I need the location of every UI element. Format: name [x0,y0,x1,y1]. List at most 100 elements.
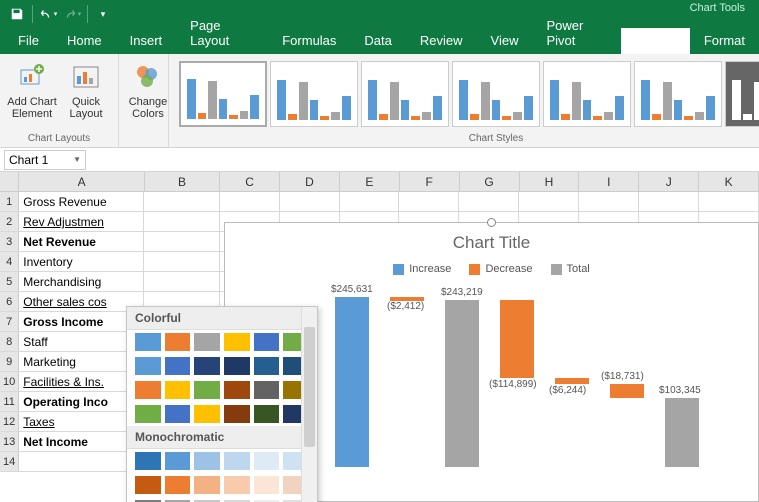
tab-file[interactable]: File [4,28,53,54]
bar-decrease[interactable] [610,384,644,398]
undo-icon[interactable]: ▾ [37,3,59,25]
cell[interactable] [220,192,280,211]
cell[interactable]: Gross Revenue [19,192,144,211]
color-scheme-option[interactable] [127,330,317,354]
column-header[interactable]: B [145,172,220,191]
save-icon[interactable] [6,3,28,25]
name-box[interactable]: Chart 1 ▼ [4,150,86,170]
row-header[interactable]: 14 [0,452,19,471]
row-header[interactable]: 3 [0,232,19,251]
color-swatch [194,357,220,375]
chart-style-thumb[interactable] [725,61,759,127]
popup-scrollbar[interactable] [301,307,317,502]
color-scheme-option[interactable] [127,378,317,402]
chart-legend[interactable]: Increase Decrease Total [225,263,758,275]
chart-resize-handle[interactable] [487,218,496,227]
cell[interactable] [579,192,639,211]
column-header[interactable]: A [19,172,145,191]
change-colors-button[interactable]: Change Colors [125,58,171,120]
cell[interactable] [399,192,459,211]
color-swatch [224,405,250,423]
legend-increase: Increase [409,263,451,275]
column-header[interactable]: F [400,172,460,191]
chart-style-thumb[interactable] [179,61,267,127]
chart-style-thumb[interactable] [270,61,358,127]
cell[interactable]: Net Revenue [19,232,144,251]
cell[interactable]: Inventory [19,252,144,271]
cell[interactable] [519,192,579,211]
column-header[interactable]: H [520,172,580,191]
bar-total[interactable] [445,300,479,467]
chart-tools-label: Chart Tools [690,2,745,14]
tab-insert[interactable]: Insert [116,28,177,54]
column-header[interactable]: I [579,172,639,191]
row-header[interactable]: 11 [0,392,19,411]
cell[interactable] [280,192,340,211]
change-colors-label: Change Colors [129,96,168,120]
qat-customize-icon[interactable]: ▾ [92,3,114,25]
color-swatch [254,357,280,375]
cell[interactable]: Rev Adjustmen [19,212,144,231]
row-header[interactable]: 9 [0,352,19,371]
tab-formulas[interactable]: Formulas [268,28,350,54]
column-header[interactable]: J [639,172,699,191]
color-swatch [194,381,220,399]
bar-total[interactable] [665,398,699,467]
add-chart-element-button[interactable]: Add Chart Element [6,58,58,120]
cell[interactable] [144,232,219,251]
color-scheme-option[interactable] [127,402,317,426]
chevron-down-icon[interactable]: ▼ [73,155,81,164]
color-scheme-option[interactable] [127,449,317,473]
tab-format[interactable]: Format [690,28,759,54]
chart-style-thumb[interactable] [543,61,631,127]
chart-style-thumb[interactable] [634,61,722,127]
row-header[interactable]: 5 [0,272,19,291]
cell[interactable]: Merchandising [19,272,144,291]
tab-data[interactable]: Data [350,28,405,54]
scrollbar-thumb[interactable] [304,327,315,447]
column-header[interactable]: D [280,172,340,191]
data-label: ($18,731) [601,371,644,382]
color-scheme-option[interactable] [127,354,317,378]
row-header[interactable]: 10 [0,372,19,391]
row-header[interactable]: 13 [0,432,19,451]
tab-review[interactable]: Review [406,28,477,54]
legend-decrease: Decrease [485,263,532,275]
row-header[interactable]: 6 [0,292,19,311]
chart-style-thumb[interactable] [452,61,540,127]
tab-power-pivot[interactable]: Power Pivot [532,13,621,54]
cell[interactable] [459,192,519,211]
cell[interactable] [144,192,219,211]
quick-layout-button[interactable]: Quick Layout [60,58,112,120]
row-header[interactable]: 1 [0,192,19,211]
row-header[interactable]: 8 [0,332,19,351]
cell[interactable] [639,192,699,211]
tab-design[interactable]: Design [621,28,689,54]
tab-view[interactable]: View [477,28,533,54]
chart-title[interactable]: Chart Title [225,233,758,253]
color-swatch [165,405,191,423]
column-header[interactable]: C [220,172,280,191]
cell[interactable] [144,252,219,271]
cell[interactable] [144,272,219,291]
chart-styles-gallery[interactable] [175,58,759,133]
tab-page-layout[interactable]: Page Layout [176,13,268,54]
tab-home[interactable]: Home [53,28,116,54]
row-header[interactable]: 12 [0,412,19,431]
column-header[interactable]: G [460,172,520,191]
color-swatch [194,333,220,351]
column-header[interactable]: E [340,172,400,191]
row-header[interactable]: 7 [0,312,19,331]
cell[interactable] [699,192,759,211]
bar-increase[interactable] [335,297,369,467]
column-header[interactable]: K [699,172,759,191]
color-swatch [254,405,280,423]
row-header[interactable]: 2 [0,212,19,231]
cell[interactable] [144,212,219,231]
cell[interactable] [340,192,400,211]
row-header[interactable]: 4 [0,252,19,271]
bar-decrease[interactable] [500,300,534,378]
bar-decrease[interactable] [555,378,589,384]
color-scheme-option[interactable] [127,473,317,497]
chart-style-thumb[interactable] [361,61,449,127]
